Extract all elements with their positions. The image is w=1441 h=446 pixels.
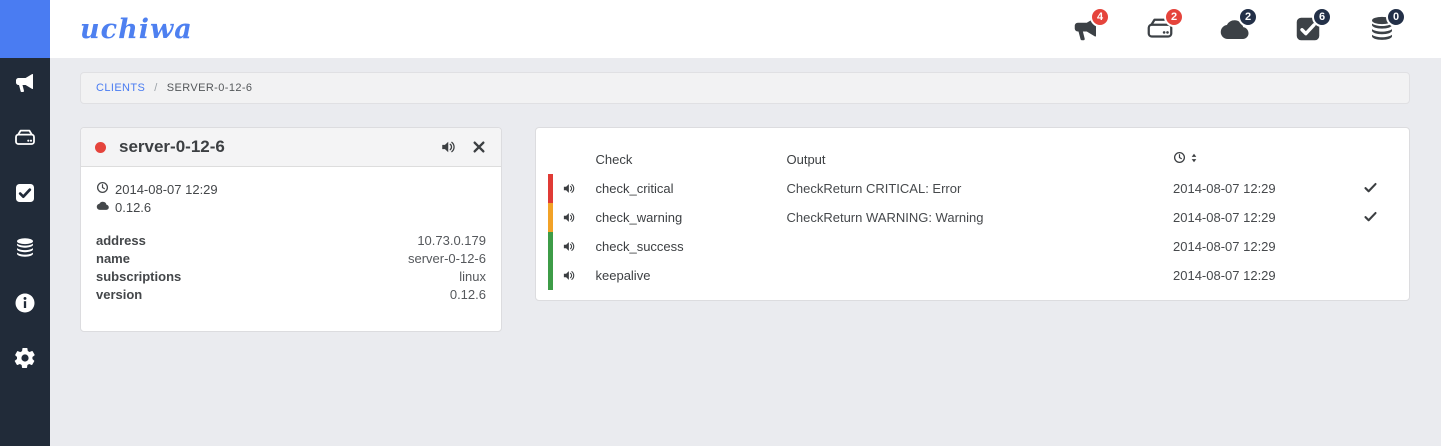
clock-icon bbox=[1173, 151, 1186, 164]
checkmark-icon[interactable] bbox=[1363, 182, 1378, 198]
check-name[interactable]: keepalive bbox=[596, 261, 787, 290]
checks-header-row: Check Output bbox=[551, 144, 1390, 174]
critical-status-dot bbox=[95, 141, 106, 153]
sidebar-active-highlight bbox=[0, 0, 50, 58]
gear-icon bbox=[13, 346, 37, 375]
client-card: server-0-12-6 2014-08-07 12:29 0.12.6 ad… bbox=[80, 127, 502, 332]
check-output bbox=[787, 261, 1174, 290]
info-icon bbox=[13, 291, 37, 320]
events-count-badge: 4 bbox=[1090, 7, 1110, 27]
check-output: CheckReturn CRITICAL: Error bbox=[786, 181, 962, 196]
property-label: version bbox=[96, 287, 143, 302]
sort-by-time-control[interactable] bbox=[1173, 151, 1200, 164]
property-value: 10.73.0.179 bbox=[417, 233, 486, 248]
silence-check-icon[interactable] bbox=[562, 268, 596, 283]
client-card-body: 2014-08-07 12:29 0.12.6 address 10.73.0.… bbox=[81, 167, 501, 331]
checks-count-badge: 6 bbox=[1312, 7, 1332, 27]
stashes-notification[interactable]: 0 bbox=[1367, 7, 1406, 44]
sidebar-item-checks[interactable] bbox=[0, 168, 50, 223]
check-output: CheckReturn WARNING: Warning bbox=[786, 210, 984, 225]
sidebar-item-settings[interactable] bbox=[0, 333, 50, 388]
sidebar-item-clients[interactable] bbox=[0, 113, 50, 168]
property-row-name: name server-0-12-6 bbox=[96, 250, 486, 268]
client-agent-version: 0.12.6 bbox=[115, 200, 152, 215]
aggregates-count-badge: 2 bbox=[1238, 7, 1258, 27]
client-properties: address 10.73.0.179 name server-0-12-6 s… bbox=[96, 232, 486, 304]
bullhorn-icon bbox=[13, 71, 37, 100]
property-label: name bbox=[96, 251, 130, 266]
breadcrumb-clients-link[interactable]: CLIENTS bbox=[96, 82, 145, 94]
check-name[interactable]: check_critical bbox=[596, 174, 787, 203]
clients-count-badge: 2 bbox=[1164, 7, 1184, 27]
silence-check-icon[interactable] bbox=[562, 239, 596, 254]
property-row-version: version 0.12.6 bbox=[96, 286, 486, 304]
check-time: 2014-08-07 12:29 bbox=[1173, 239, 1276, 254]
sidebar-item-stashes[interactable] bbox=[0, 223, 50, 278]
top-header: uchiwa 4 2 2 6 0 bbox=[50, 0, 1441, 58]
check-time: 2014-08-07 12:29 bbox=[1173, 210, 1276, 225]
client-last-seen: 2014-08-07 12:29 bbox=[96, 181, 486, 199]
check-name[interactable]: check_success bbox=[596, 232, 787, 261]
check-row-success[interactable]: check_success 2014-08-07 12:29 bbox=[548, 232, 1390, 261]
clock-icon bbox=[96, 181, 109, 199]
checkmark-icon[interactable] bbox=[1363, 211, 1378, 227]
events-notification[interactable]: 4 bbox=[1071, 7, 1110, 44]
silence-client-icon[interactable] bbox=[440, 138, 458, 156]
property-label: address bbox=[96, 233, 146, 248]
uchiwa-logo[interactable]: uchiwa bbox=[80, 14, 193, 45]
client-title: server-0-12-6 bbox=[119, 137, 225, 156]
cloud-icon bbox=[96, 199, 109, 217]
column-header-time[interactable] bbox=[1173, 144, 1363, 174]
check-name[interactable]: check_warning bbox=[596, 203, 787, 232]
client-version-line: 0.12.6 bbox=[96, 199, 486, 217]
sidebar-nav bbox=[0, 58, 50, 388]
check-time: 2014-08-07 12:29 bbox=[1173, 181, 1276, 196]
clients-notification[interactable]: 2 bbox=[1145, 7, 1184, 44]
silence-check-icon[interactable] bbox=[562, 210, 596, 225]
client-timestamp: 2014-08-07 12:29 bbox=[115, 182, 218, 197]
database-icon bbox=[13, 236, 37, 265]
sidebar-item-events[interactable] bbox=[0, 58, 50, 113]
check-output bbox=[787, 232, 1174, 261]
property-row-subscriptions: subscriptions linux bbox=[96, 268, 486, 286]
check-time: 2014-08-07 12:29 bbox=[1173, 268, 1276, 283]
property-value: 0.12.6 bbox=[449, 287, 486, 302]
harddrive-icon bbox=[13, 126, 37, 155]
property-row-address: address 10.73.0.179 bbox=[96, 232, 486, 250]
checks-panel: Check Output check_critical CheckReturn … bbox=[535, 127, 1410, 301]
breadcrumb-current: SERVER-0-12-6 bbox=[166, 82, 253, 94]
breadcrumb-separator: / bbox=[154, 82, 158, 94]
main-content: CLIENTS / SERVER-0-12-6 server-0-12-6 2014… bbox=[50, 58, 1441, 332]
column-header-output[interactable]: Output bbox=[787, 144, 1174, 174]
column-header-check[interactable]: Check bbox=[596, 144, 787, 174]
check-row-critical[interactable]: check_critical CheckReturn CRITICAL: Err… bbox=[548, 174, 1390, 203]
check-row-keepalive[interactable]: keepalive 2014-08-07 12:29 bbox=[548, 261, 1390, 290]
stashes-count-badge: 0 bbox=[1386, 7, 1406, 27]
close-icon[interactable] bbox=[471, 139, 487, 155]
property-label: subscriptions bbox=[96, 269, 182, 284]
sidebar bbox=[0, 0, 50, 446]
checks-table: Check Output check_critical CheckReturn … bbox=[548, 144, 1389, 290]
property-value: linux bbox=[459, 269, 486, 284]
silence-check-icon[interactable] bbox=[562, 181, 596, 196]
client-card-header: server-0-12-6 bbox=[81, 128, 501, 167]
header-notifications: 4 2 2 6 0 bbox=[1071, 7, 1406, 44]
breadcrumb: CLIENTS / SERVER-0-12-6 bbox=[80, 72, 1410, 104]
sort-icon bbox=[1188, 152, 1200, 164]
check-square-icon bbox=[13, 181, 37, 210]
property-value: server-0-12-6 bbox=[407, 251, 486, 266]
aggregates-notification[interactable]: 2 bbox=[1219, 7, 1258, 44]
sidebar-item-info[interactable] bbox=[0, 278, 50, 333]
check-row-warning[interactable]: check_warning CheckReturn WARNING: Warni… bbox=[548, 203, 1390, 232]
checks-notification[interactable]: 6 bbox=[1293, 7, 1332, 44]
